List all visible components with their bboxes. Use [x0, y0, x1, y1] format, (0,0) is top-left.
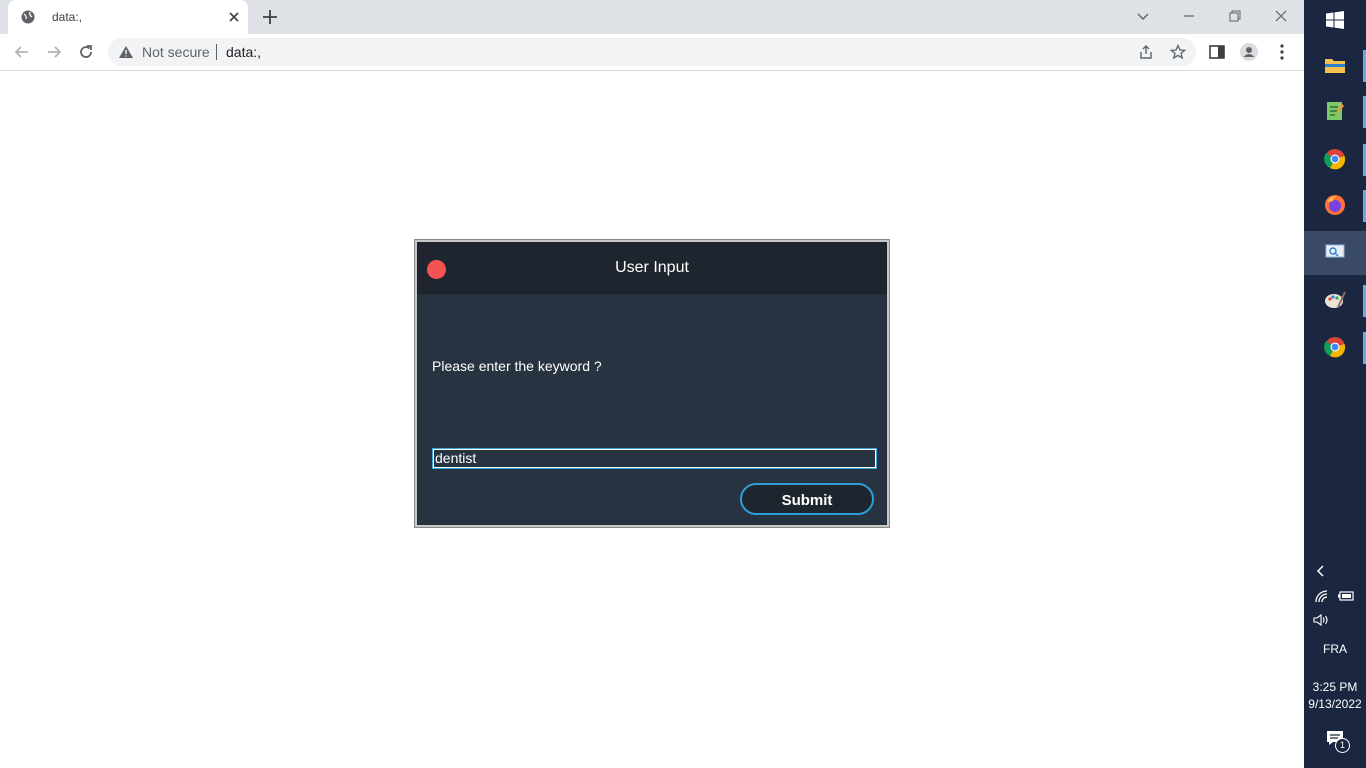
- globe-icon: [21, 10, 35, 24]
- browser-tab[interactable]: data:,: [8, 0, 248, 34]
- reload-icon[interactable]: [76, 42, 96, 62]
- windows-taskbar: FRA 3:25 PM 9/13/2022 1: [1304, 0, 1366, 768]
- security-label[interactable]: Not secure: [142, 44, 210, 60]
- omnibox-divider: [216, 44, 217, 60]
- tab-search-icon[interactable]: [1133, 6, 1153, 26]
- presentation-icon: [1325, 244, 1345, 258]
- notepad-icon: [1327, 102, 1344, 120]
- back-icon[interactable]: [12, 42, 32, 62]
- taskbar-active-app[interactable]: [1304, 231, 1366, 275]
- language-indicator[interactable]: FRA: [1304, 642, 1366, 656]
- close-window-icon[interactable]: [1271, 6, 1291, 26]
- show-hidden-icons-icon[interactable]: [1315, 564, 1327, 578]
- windows-start-icon[interactable]: [1326, 11, 1344, 29]
- browser-toolbar: Not secure data:,: [0, 34, 1304, 71]
- battery-icon[interactable]: [1337, 590, 1355, 602]
- action-center-button[interactable]: 1: [1326, 729, 1350, 753]
- tab-title: data:,: [52, 10, 83, 24]
- chrome-icon: [1324, 337, 1346, 358]
- firefox-icon: [1325, 195, 1345, 215]
- taskbar-file-explorer[interactable]: [1304, 44, 1366, 88]
- user-input-dialog: User Input Please enter the keyword ? de…: [415, 240, 889, 527]
- dialog-header: User Input: [417, 242, 887, 294]
- chrome-icon: [1324, 149, 1346, 170]
- side-panel-icon[interactable]: [1207, 42, 1227, 62]
- warning-icon[interactable]: [118, 45, 134, 59]
- keyword-input[interactable]: dentist: [432, 448, 877, 469]
- restore-icon[interactable]: [1225, 6, 1245, 26]
- share-icon[interactable]: [1138, 44, 1154, 60]
- taskbar-chrome[interactable]: [1304, 138, 1366, 182]
- dialog-prompt: Please enter the keyword ?: [432, 358, 602, 374]
- address-bar[interactable]: Not secure data:,: [108, 38, 1196, 66]
- minimize-icon[interactable]: [1179, 6, 1199, 26]
- submit-button[interactable]: Submit: [740, 483, 874, 515]
- paint-palette-icon: [1325, 291, 1346, 308]
- profile-icon[interactable]: [1239, 42, 1259, 62]
- dialog-title: User Input: [615, 259, 689, 276]
- tab-strip: data:,: [0, 0, 1304, 34]
- wifi-icon[interactable]: [1314, 589, 1330, 603]
- volume-icon[interactable]: [1313, 613, 1331, 627]
- notification-count-badge: 1: [1335, 738, 1350, 753]
- taskbar-paint[interactable]: [1304, 279, 1366, 323]
- menu-dots-icon[interactable]: [1272, 42, 1292, 62]
- close-tab-icon[interactable]: [226, 9, 242, 25]
- forward-icon[interactable]: [44, 42, 64, 62]
- url-text[interactable]: data:,: [226, 44, 261, 60]
- folder-icon: [1325, 59, 1345, 73]
- clock-time[interactable]: 3:25 PM: [1304, 680, 1366, 694]
- new-tab-icon[interactable]: [261, 8, 279, 26]
- clock-date[interactable]: 9/13/2022: [1304, 697, 1366, 711]
- taskbar-firefox[interactable]: [1304, 184, 1366, 228]
- browser-chrome: data:, Not secure data:,: [0, 0, 1304, 71]
- taskbar-notepad[interactable]: [1304, 90, 1366, 134]
- taskbar-chrome-2[interactable]: [1304, 326, 1366, 370]
- bookmark-star-icon[interactable]: [1170, 44, 1186, 60]
